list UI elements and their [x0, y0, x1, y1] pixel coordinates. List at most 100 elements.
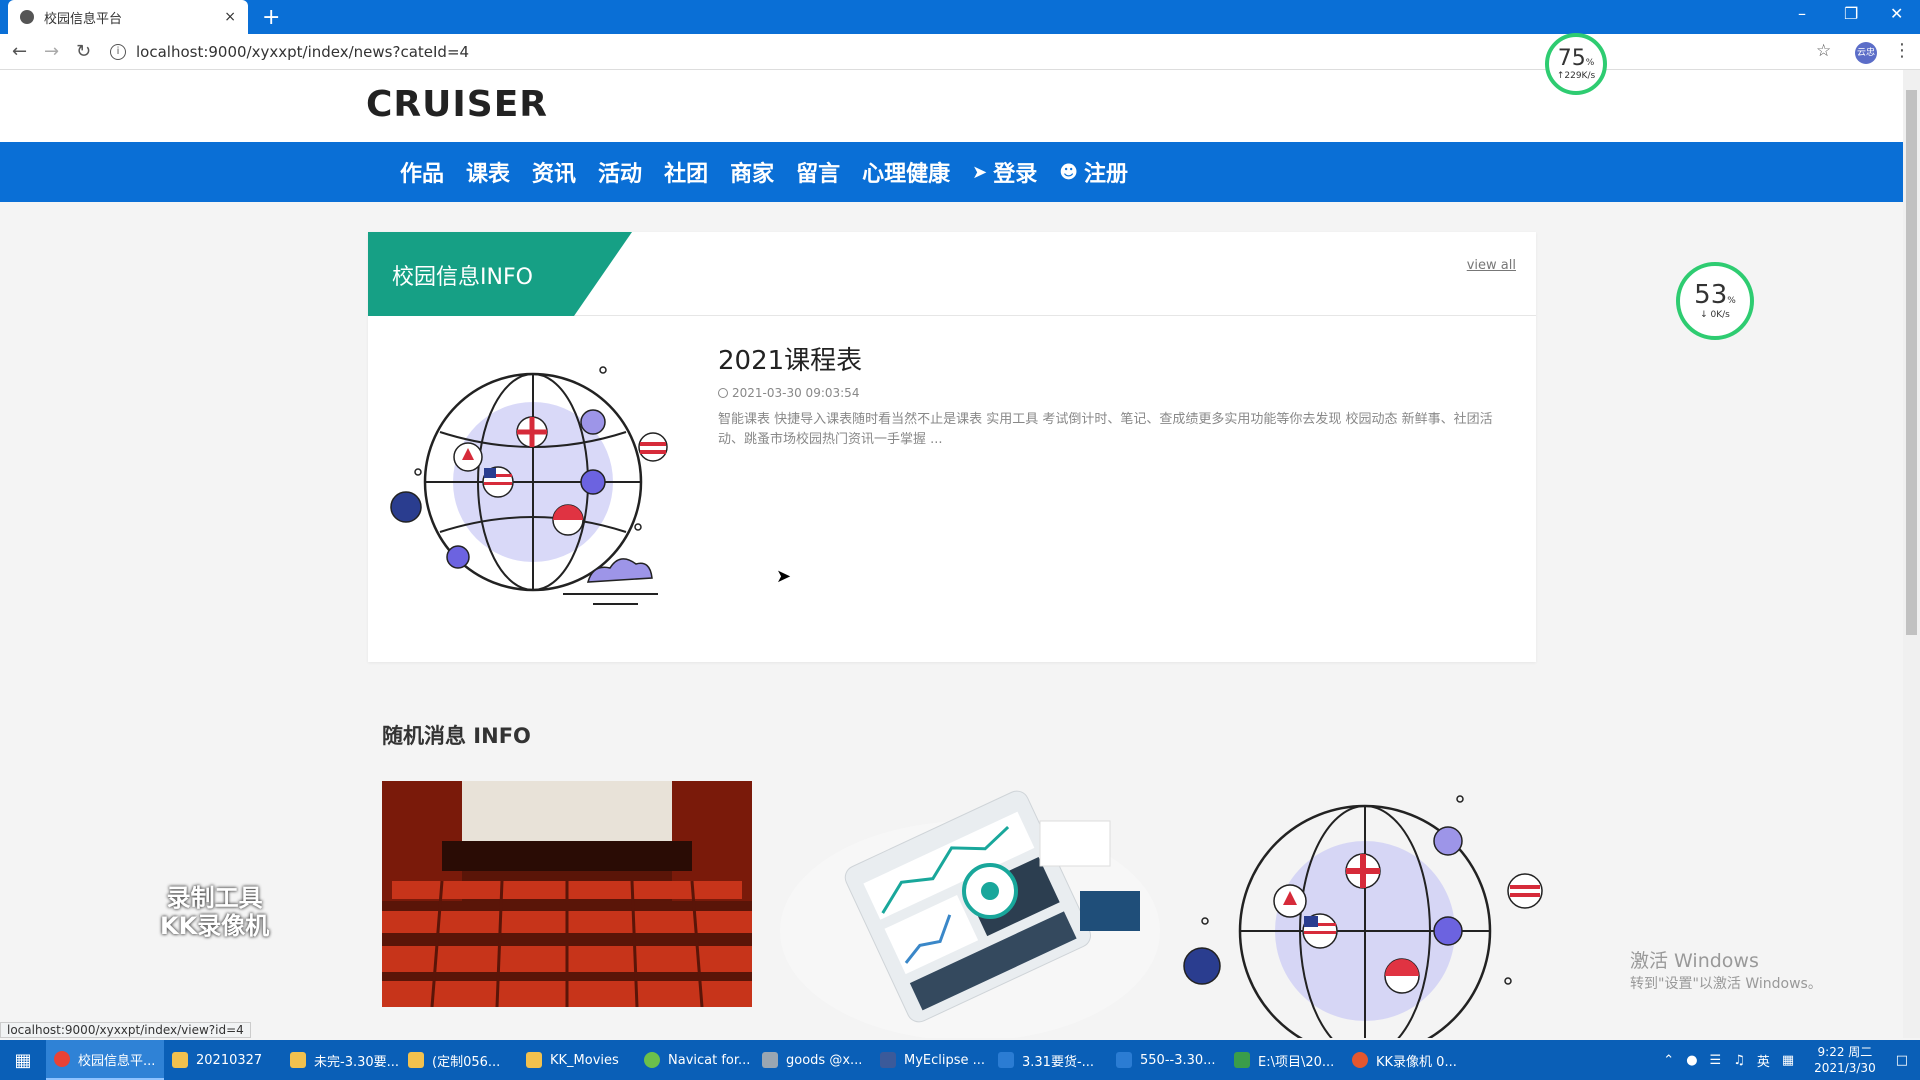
taskbar-item-kk-recorder[interactable]: KK录像机 0...: [1344, 1040, 1462, 1080]
view-all-link[interactable]: view all: [1467, 258, 1516, 273]
tray-app-icon[interactable]: ●: [1686, 1053, 1697, 1068]
clock-time: 9:22 周二: [1817, 1045, 1873, 1059]
section-tag: 校园信息INFO: [368, 232, 632, 316]
recorder-icon: [1352, 1052, 1368, 1068]
recorder-line1: 录制工具: [166, 884, 263, 912]
news-description: 智能课表 快捷导入课表随时看当然不止是课表 实用工具 考试倒计时、笔记、查成绩更…: [718, 412, 1493, 447]
navicat-icon: [644, 1052, 660, 1068]
gauge2-unit: %: [1727, 296, 1736, 306]
mouse-cursor-icon: ➤: [776, 566, 792, 587]
address-bar: ← → ↻ i localhost:9000/xyxxpt/index/news…: [0, 34, 1920, 70]
profile-avatar[interactable]: 云忠: [1855, 42, 1877, 64]
gauge2-speed: ↓ 0K/s: [1700, 310, 1730, 320]
taskbar-item-doc-331[interactable]: 3.31要货-...: [990, 1040, 1108, 1080]
taskbar-label: E:\项目\20...: [1258, 1054, 1335, 1070]
globe-icon: [20, 10, 34, 24]
nav-item-messages[interactable]: 留言: [796, 156, 840, 188]
network-gauge-2[interactable]: 53% ↓ 0K/s: [1676, 262, 1754, 340]
nav-item-schedule[interactable]: 课表: [466, 156, 510, 188]
recorder-watermark: 录制工具 KK录像机: [160, 884, 269, 940]
site-header: CRUISER: [0, 70, 1903, 142]
news-title[interactable]: 2021课程表: [718, 340, 862, 377]
back-icon[interactable]: ←: [12, 41, 27, 62]
section-heading: 校园信息INFO: [392, 265, 533, 290]
taskbar-item-doc-550[interactable]: 550--3.30...: [1108, 1040, 1226, 1080]
recorder-line2: KK录像机: [160, 912, 270, 940]
taskbar-label: 3.31要货-...: [1022, 1054, 1095, 1070]
browser-menu-icon[interactable]: ⋮: [1893, 40, 1911, 61]
activate-subtitle: 转到"设置"以激活 Windows。: [1630, 976, 1822, 992]
nav-item-works[interactable]: 作品: [400, 156, 444, 188]
windows-activation-notice: 激活 Windows 转到"设置"以激活 Windows。: [1630, 946, 1822, 993]
taskbar-label: 550--3.30...: [1140, 1052, 1216, 1068]
taskbar-item-navicat[interactable]: Navicat for...: [636, 1040, 754, 1080]
reload-icon[interactable]: ↻: [76, 41, 91, 62]
info-icon[interactable]: i: [110, 44, 126, 60]
taskbar-item-chrome[interactable]: 校园信息平...: [46, 1040, 164, 1080]
nav-login-label: 登录: [993, 162, 1038, 187]
gauge2-percent: 53: [1694, 280, 1728, 310]
main-nav: 作品 课表 资讯 活动 社团 商家 留言 心理健康 ➤ 登录 ☻ 注册: [0, 142, 1903, 202]
folder-icon: [526, 1052, 542, 1068]
taskbar-item-myeclipse[interactable]: MyEclipse ...: [872, 1040, 990, 1080]
nav-item-login[interactable]: ➤ 登录: [972, 156, 1037, 188]
nav-item-clubs[interactable]: 社团: [664, 156, 708, 188]
url-text: localhost:9000/xyxxpt/index/news?cateId=…: [136, 43, 470, 61]
status-url-bubble: localhost:9000/xyxxpt/index/view?id=4: [0, 1022, 251, 1038]
dashboard-phone-image[interactable]: [780, 781, 1160, 1038]
nav-register-label: 注册: [1084, 162, 1129, 187]
taskbar-item-folder-20210327[interactable]: 20210327: [164, 1040, 282, 1080]
forward-icon[interactable]: →: [44, 41, 59, 62]
tab-close-icon[interactable]: ×: [224, 9, 236, 25]
globe-illustration-2[interactable]: [1180, 781, 1550, 1038]
globe-illustration[interactable]: [388, 342, 688, 632]
windows-start-icon[interactable]: ▦: [0, 1040, 46, 1080]
bookmark-star-icon[interactable]: ☆: [1816, 41, 1831, 61]
login-icon: ➤: [972, 161, 988, 183]
restore-icon[interactable]: ❐: [1844, 4, 1858, 23]
folder-icon: [172, 1052, 188, 1068]
nav-item-register[interactable]: ☻ 注册: [1059, 156, 1128, 188]
network-gauge-1[interactable]: 75% ↑229K/s: [1545, 33, 1607, 95]
windows-taskbar: ▦ 校园信息平... 20210327 未完-3.30要... (定制056..…: [0, 1040, 1920, 1080]
nav-item-mental-health[interactable]: 心理健康: [862, 156, 950, 188]
nav-item-activities[interactable]: 活动: [598, 156, 642, 188]
browser-tab[interactable]: 校园信息平台 ×: [8, 0, 248, 34]
new-tab-button[interactable]: +: [262, 5, 280, 30]
taskbar-item-goods[interactable]: goods @x...: [754, 1040, 872, 1080]
notification-icon[interactable]: □: [1896, 1053, 1908, 1068]
scrollbar-thumb[interactable]: [1906, 90, 1917, 635]
taskbar-label: Navicat for...: [668, 1052, 751, 1068]
folder-icon: [408, 1052, 424, 1068]
keyboard-icon[interactable]: ▦: [1782, 1053, 1794, 1068]
taskbar-item-folder-kk-movies[interactable]: KK_Movies: [518, 1040, 636, 1080]
taskbar-label: 校园信息平...: [78, 1053, 156, 1069]
card-header: 校园信息INFO view all: [368, 232, 1536, 316]
nav-item-news[interactable]: 资讯: [532, 156, 576, 188]
network-icon[interactable]: ☰: [1710, 1053, 1722, 1068]
minimize-icon[interactable]: –: [1798, 4, 1806, 23]
taskbar-label: 未完-3.30要...: [314, 1054, 400, 1070]
site-logo[interactable]: CRUISER: [366, 84, 548, 125]
page-scrollbar[interactable]: [1903, 70, 1920, 1038]
random-news-heading: 随机消息 INFO: [382, 724, 531, 748]
taskbar-label: KK录像机 0...: [1376, 1054, 1457, 1070]
tab-title: 校园信息平台: [44, 11, 123, 27]
taskbar-item-folder-custom[interactable]: (定制056...: [400, 1040, 518, 1080]
word-icon: [1116, 1052, 1132, 1068]
nav-item-merchants[interactable]: 商家: [730, 156, 774, 188]
theater-image[interactable]: [382, 781, 752, 1007]
campus-info-card: 校园信息INFO view all 2021课程表 2021-03-30 09:…: [368, 232, 1536, 662]
taskbar-item-folder-unfinished[interactable]: 未完-3.30要...: [282, 1040, 400, 1080]
volume-icon[interactable]: ♫: [1733, 1053, 1745, 1068]
tray-chevron-icon[interactable]: ⌃: [1663, 1053, 1674, 1068]
chrome-icon: [54, 1051, 70, 1067]
word-icon: [998, 1052, 1014, 1068]
taskbar-clock[interactable]: 9:22 周二 2021/3/30: [1814, 1044, 1876, 1076]
ime-indicator[interactable]: 英: [1757, 1051, 1770, 1070]
taskbar-label: goods @x...: [786, 1052, 863, 1068]
taskbar-item-project[interactable]: E:\项目\20...: [1226, 1040, 1344, 1080]
system-tray: ⌃ ● ☰ ♫ 英 ▦ 9:22 周二 2021/3/30 □: [1657, 1040, 1920, 1080]
eclipse-icon: [880, 1052, 896, 1068]
close-window-icon[interactable]: ✕: [1890, 4, 1903, 23]
